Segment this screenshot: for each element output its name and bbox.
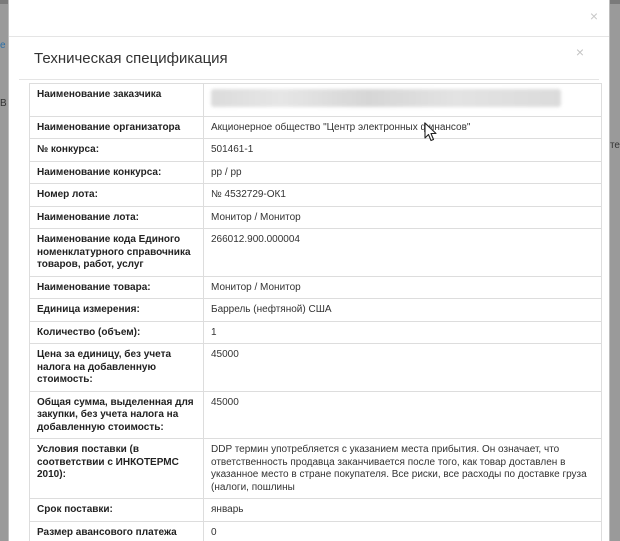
table-row: Количество (объем): 1 [29, 320, 602, 344]
table-row: Размер авансового платежа 0 [29, 520, 602, 541]
row-label: Наименование конкурса: [29, 160, 204, 184]
inner-close-icon[interactable]: × [576, 44, 584, 60]
row-label: Наименование кода Единого номенклатурног… [29, 228, 204, 277]
row-label: Условия поставки (в соответствии с ИНКОТ… [29, 438, 204, 499]
row-label: Наименование товара: [29, 275, 204, 299]
table-row: Наименование конкурса: рр / рр [29, 160, 602, 184]
outer-modal: × Техническая спецификация × Наименовани… [8, 0, 610, 541]
row-value: 1 [203, 320, 602, 344]
title-divider [19, 79, 599, 80]
row-value: № 4532729-ОК1 [203, 183, 602, 207]
row-label: Единица измерения: [29, 298, 204, 322]
specification-table: Наименование заказчика Наименование орган… [29, 83, 602, 541]
outer-close-icon[interactable]: × [590, 9, 598, 23]
row-value: Монитор / Монитор [203, 205, 602, 229]
mouse-cursor-icon [424, 122, 437, 142]
row-value [203, 83, 602, 117]
row-label: Наименование заказчика [29, 83, 204, 117]
row-value: Монитор / Монитор [203, 275, 602, 299]
background-text-fragment: те [609, 140, 620, 151]
modal-title: Техническая спецификация [34, 50, 228, 67]
row-label: Номер лота: [29, 183, 204, 207]
table-row: Общая сумма, выделенная для закупки, без… [29, 390, 602, 439]
row-label: Количество (объем): [29, 320, 204, 344]
row-label: Наименование лота: [29, 205, 204, 229]
table-row: Срок поставки: январь [29, 498, 602, 522]
row-value: 0 [203, 520, 602, 541]
background-text-fragment: В [0, 98, 7, 109]
table-row: Наименование лота: Монитор / Монитор [29, 205, 602, 229]
row-value: Баррель (нефтяной) США [203, 298, 602, 322]
row-label: Размер авансового платежа [29, 520, 204, 541]
row-label: Срок поставки: [29, 498, 204, 522]
table-row: Наименование товара: Монитор / Монитор [29, 275, 602, 299]
table-row: Условия поставки (в соответствии с ИНКОТ… [29, 438, 602, 499]
table-row: Наименование заказчика [29, 83, 602, 117]
row-value: DDP термин употребляется с указанием мес… [203, 438, 602, 499]
row-label: № конкурса: [29, 138, 204, 162]
modal-header-divider [9, 36, 609, 37]
row-label: Наименование организатора [29, 115, 204, 139]
row-value: 501461-1 [203, 138, 602, 162]
row-value: рр / рр [203, 160, 602, 184]
table-row: Единица измерения: Баррель (нефтяной) США [29, 298, 602, 322]
row-value: январь [203, 498, 602, 522]
table-row: Наименование организатора Акционерное общ… [29, 115, 602, 139]
row-value: 45000 [203, 390, 602, 439]
table-row: № конкурса: 501461-1 [29, 138, 602, 162]
row-value: 266012.900.000004 [203, 228, 602, 277]
table-row: Номер лота: № 4532729-ОК1 [29, 183, 602, 207]
row-label: Цена за единицу, без учета налога на доб… [29, 343, 204, 392]
redacted-value [211, 89, 561, 107]
table-row: Наименование кода Единого номенклатурног… [29, 228, 602, 277]
row-value: Акционерное общество "Центр электронных … [203, 115, 602, 139]
table-row: Цена за единицу, без учета налога на доб… [29, 343, 602, 392]
row-label: Общая сумма, выделенная для закупки, без… [29, 390, 204, 439]
row-value: 45000 [203, 343, 602, 392]
